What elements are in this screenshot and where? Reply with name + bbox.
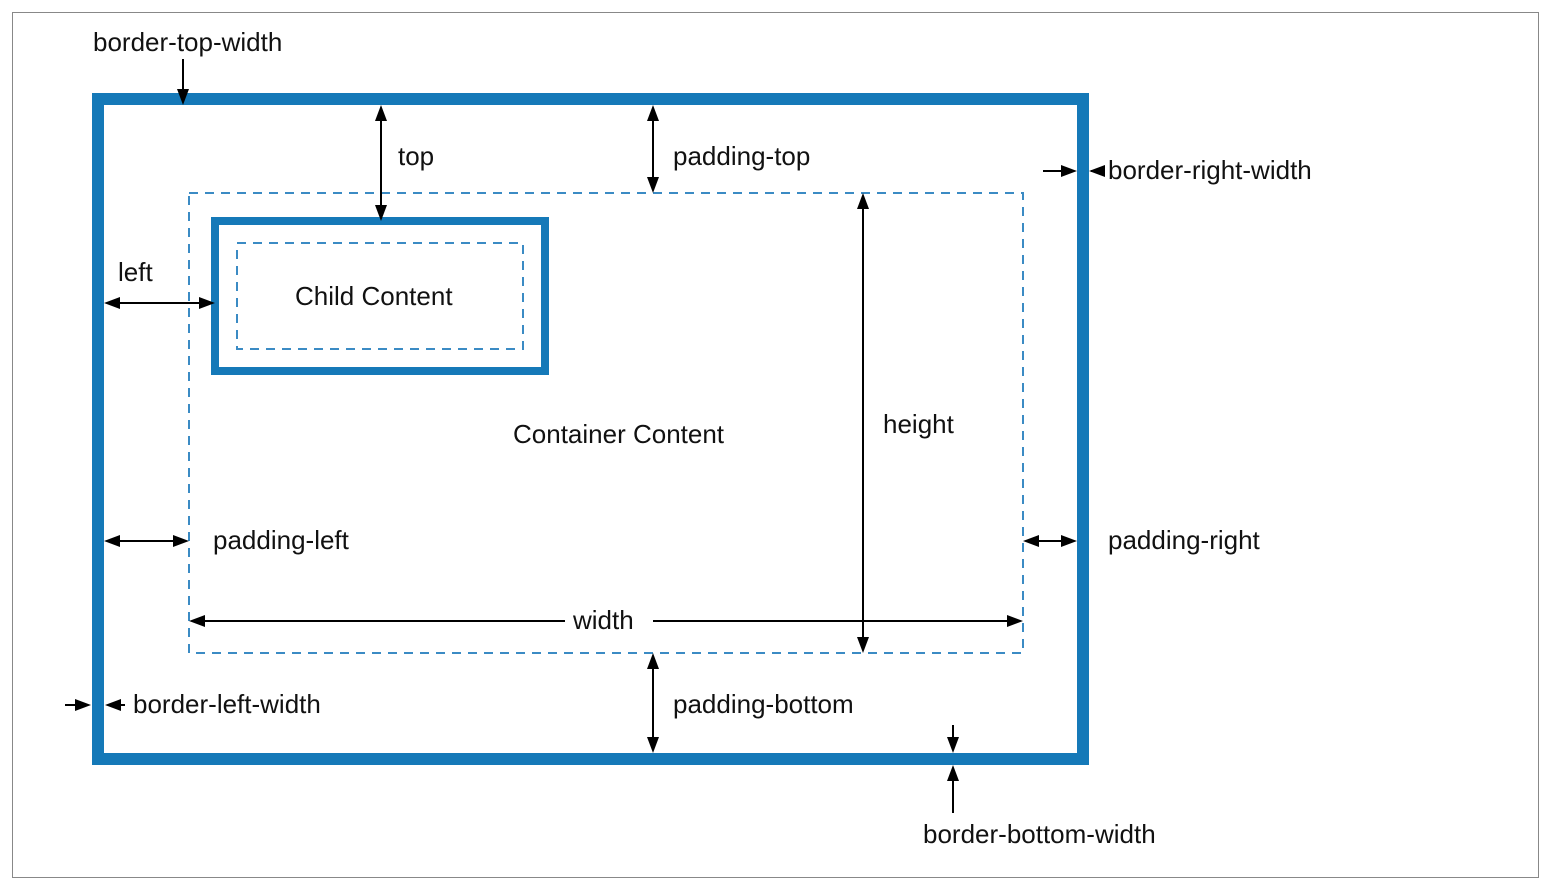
- arrow-top: [375, 105, 387, 221]
- label-child-content: Child Content: [295, 281, 453, 311]
- arrow-padding-top: [647, 105, 659, 193]
- arrow-padding-bottom: [647, 653, 659, 753]
- label-border-left-width: border-left-width: [133, 689, 321, 719]
- label-border-right-width: border-right-width: [1108, 155, 1312, 185]
- arrow-left: [104, 297, 215, 309]
- label-padding-left: padding-left: [213, 525, 350, 555]
- label-padding-top: padding-top: [673, 141, 810, 171]
- label-padding-bottom: padding-bottom: [673, 689, 854, 719]
- label-left: left: [118, 257, 153, 287]
- diagram-frame: border-top-width top padding-top border-…: [12, 12, 1539, 878]
- label-padding-right: padding-right: [1108, 525, 1261, 555]
- label-top: top: [398, 141, 434, 171]
- label-width: width: [572, 605, 634, 635]
- arrow-border-right-width: [1043, 165, 1105, 177]
- label-border-top-width: border-top-width: [93, 27, 282, 57]
- arrow-height: [857, 193, 869, 653]
- arrow-border-bottom-width: [947, 725, 959, 813]
- label-border-bottom-width: border-bottom-width: [923, 819, 1156, 849]
- arrow-padding-left: [104, 535, 189, 547]
- label-height: height: [883, 409, 955, 439]
- label-container-content: Container Content: [513, 419, 725, 449]
- arrow-padding-right: [1023, 535, 1077, 547]
